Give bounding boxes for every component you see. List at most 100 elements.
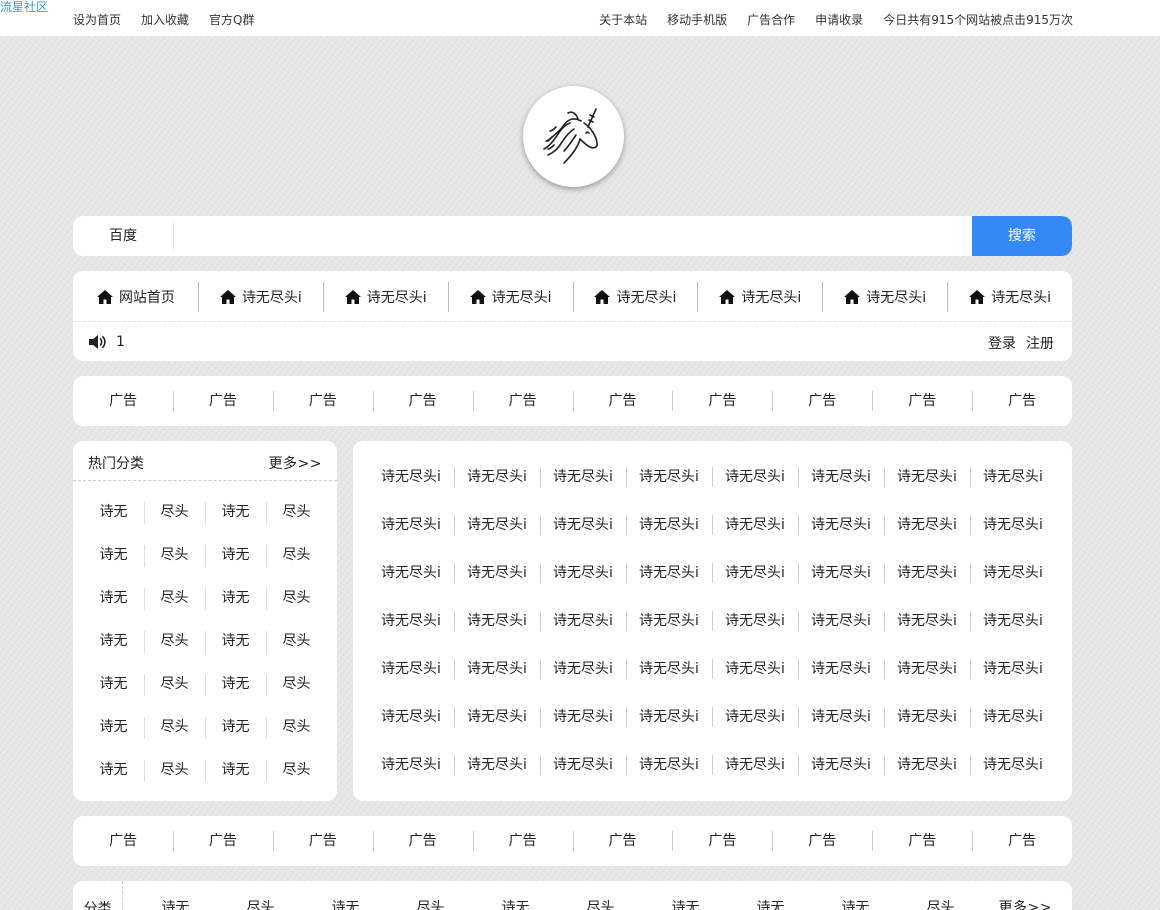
site-link[interactable]: 诗无尽头i xyxy=(454,501,540,549)
add-favorite-link[interactable]: 加入收藏 xyxy=(141,11,189,28)
site-link[interactable]: 诗无尽头i xyxy=(368,693,454,741)
site-link[interactable]: 诗无尽头i xyxy=(626,501,712,549)
ad-slot[interactable]: 广告 xyxy=(172,830,273,852)
site-link[interactable]: 诗无尽头i xyxy=(712,645,798,693)
search-engine-selector[interactable]: 百度 xyxy=(73,216,173,256)
nav-item-link[interactable]: 诗无尽头i xyxy=(697,281,822,313)
ad-slot[interactable]: 广告 xyxy=(472,390,573,412)
site-link[interactable]: 诗无尽头i xyxy=(970,741,1056,789)
ad-slot[interactable]: 广告 xyxy=(272,390,373,412)
ad-slot[interactable]: 广告 xyxy=(272,830,373,852)
search-input[interactable] xyxy=(174,216,972,256)
brand-name[interactable]: 流星社区 xyxy=(0,0,48,14)
ad-slot[interactable]: 广告 xyxy=(672,830,772,852)
site-link[interactable]: 诗无尽头i xyxy=(368,549,454,597)
ad-cooperation-link[interactable]: 广告合作 xyxy=(747,11,795,28)
ad-slot[interactable]: 广告 xyxy=(572,390,673,412)
ad-slot[interactable]: 广告 xyxy=(972,830,1072,852)
site-link[interactable]: 诗无尽头i xyxy=(540,693,626,741)
site-link[interactable]: 诗无尽头i xyxy=(540,741,626,789)
site-link[interactable]: 诗无尽头i xyxy=(884,453,970,501)
nav-item-link[interactable]: 诗无尽头i xyxy=(447,281,573,313)
site-link[interactable]: 诗无尽头i xyxy=(454,549,540,597)
nav-item-link[interactable]: 诗无尽头i xyxy=(822,281,947,313)
hot-category-item[interactable]: 诗无 xyxy=(205,491,266,534)
site-link[interactable]: 诗无尽头i xyxy=(798,741,884,789)
hot-category-item[interactable]: 尽头 xyxy=(266,534,327,577)
register-link[interactable]: 注册 xyxy=(1026,333,1054,353)
ad-slot[interactable]: 广告 xyxy=(73,830,173,852)
site-link[interactable]: 诗无尽头i xyxy=(712,693,798,741)
hot-category-item[interactable]: 诗无 xyxy=(83,491,144,534)
site-link[interactable]: 诗无尽头i xyxy=(454,741,540,789)
hot-category-item[interactable]: 诗无 xyxy=(83,620,144,663)
hot-category-item[interactable]: 诗无 xyxy=(205,663,266,706)
site-link[interactable]: 诗无尽头i xyxy=(626,549,712,597)
hot-category-item[interactable]: 尽头 xyxy=(266,620,327,663)
site-link[interactable]: 诗无尽头i xyxy=(454,597,540,645)
ad-slot[interactable]: 广告 xyxy=(572,830,673,852)
hot-category-item[interactable]: 诗无 xyxy=(83,749,144,792)
site-link[interactable]: 诗无尽头i xyxy=(712,741,798,789)
site-link[interactable]: 诗无尽头i xyxy=(712,597,798,645)
site-link[interactable]: 诗无尽头i xyxy=(454,453,540,501)
category-bar-item[interactable]: 诗无 xyxy=(813,897,898,910)
site-link[interactable]: 诗无尽头i xyxy=(884,645,970,693)
hot-category-item[interactable]: 尽头 xyxy=(144,577,205,620)
hot-category-item[interactable]: 尽头 xyxy=(266,491,327,534)
site-link[interactable]: 诗无尽头i xyxy=(626,693,712,741)
site-link[interactable]: 诗无尽头i xyxy=(368,645,454,693)
ad-slot[interactable]: 广告 xyxy=(772,830,872,852)
ad-slot[interactable]: 广告 xyxy=(472,830,573,852)
category-bar-item[interactable]: 诗无 xyxy=(303,897,388,910)
category-bar-item[interactable]: 诗无 xyxy=(728,897,813,910)
ad-slot[interactable]: 广告 xyxy=(372,830,473,852)
hot-category-item[interactable]: 尽头 xyxy=(144,534,205,577)
set-homepage-link[interactable]: 设为首页 xyxy=(73,11,121,28)
ad-slot[interactable]: 广告 xyxy=(872,830,972,852)
site-link[interactable]: 诗无尽头i xyxy=(540,501,626,549)
site-link[interactable]: 诗无尽头i xyxy=(454,693,540,741)
about-link[interactable]: 关于本站 xyxy=(599,11,647,28)
category-bar-more-link[interactable]: 更多>> xyxy=(999,897,1052,910)
site-link[interactable]: 诗无尽头i xyxy=(970,549,1056,597)
site-link[interactable]: 诗无尽头i xyxy=(540,645,626,693)
category-bar-item[interactable]: 尽头 xyxy=(388,897,473,910)
site-link[interactable]: 诗无尽头i xyxy=(368,453,454,501)
ad-slot[interactable]: 广告 xyxy=(772,390,872,412)
site-link[interactable]: 诗无尽头i xyxy=(540,453,626,501)
hot-category-item[interactable]: 诗无 xyxy=(205,620,266,663)
category-bar-item[interactable]: 尽头 xyxy=(558,897,643,910)
hot-category-item[interactable]: 诗无 xyxy=(205,534,266,577)
site-link[interactable]: 诗无尽头i xyxy=(540,549,626,597)
site-link[interactable]: 诗无尽头i xyxy=(970,693,1056,741)
hot-category-item[interactable]: 诗无 xyxy=(83,706,144,749)
site-link[interactable]: 诗无尽头i xyxy=(970,645,1056,693)
site-link[interactable]: 诗无尽头i xyxy=(626,741,712,789)
site-link[interactable]: 诗无尽头i xyxy=(884,501,970,549)
nav-item-link[interactable]: 诗无尽头i xyxy=(947,281,1072,313)
category-bar-item[interactable]: 诗无 xyxy=(643,897,728,910)
hot-category-item[interactable]: 尽头 xyxy=(266,663,327,706)
hot-category-item[interactable]: 尽头 xyxy=(144,491,205,534)
category-bar-item[interactable]: 诗无 xyxy=(133,897,218,910)
site-link[interactable]: 诗无尽头i xyxy=(970,453,1056,501)
hot-category-item[interactable]: 诗无 xyxy=(83,577,144,620)
mobile-version-link[interactable]: 移动手机版 xyxy=(667,11,727,28)
site-link[interactable]: 诗无尽头i xyxy=(884,597,970,645)
nav-item-link[interactable]: 诗无尽头i xyxy=(197,281,323,313)
site-link[interactable]: 诗无尽头i xyxy=(970,597,1056,645)
hot-category-item[interactable]: 尽头 xyxy=(266,577,327,620)
ad-slot[interactable]: 广告 xyxy=(372,390,473,412)
site-link[interactable]: 诗无尽头i xyxy=(798,549,884,597)
official-qq-group-link[interactable]: 官方Q群 xyxy=(209,11,254,28)
site-link[interactable]: 诗无尽头i xyxy=(626,645,712,693)
hot-category-item[interactable]: 尽头 xyxy=(144,749,205,792)
site-link[interactable]: 诗无尽头i xyxy=(798,597,884,645)
site-link[interactable]: 诗无尽头i xyxy=(368,597,454,645)
category-bar-item[interactable]: 诗无 xyxy=(473,897,558,910)
ad-slot[interactable]: 广告 xyxy=(672,390,772,412)
site-link[interactable]: 诗无尽头i xyxy=(798,501,884,549)
site-link[interactable]: 诗无尽头i xyxy=(626,597,712,645)
search-button[interactable]: 搜索 xyxy=(972,216,1072,256)
